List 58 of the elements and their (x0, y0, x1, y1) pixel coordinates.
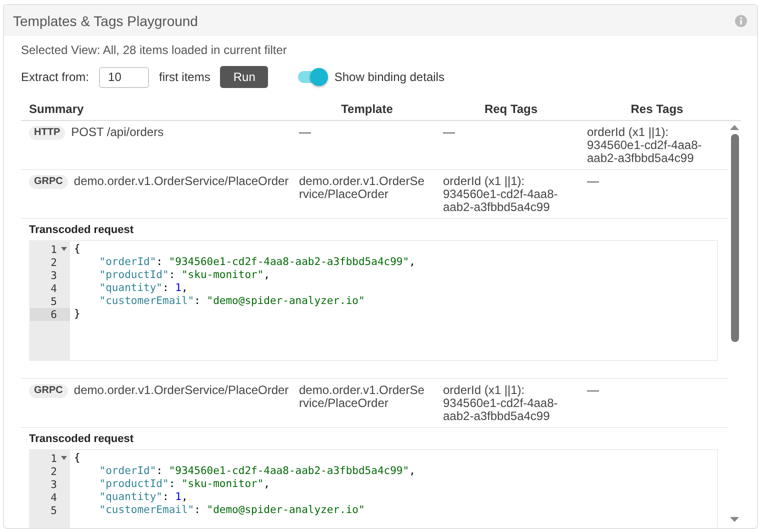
template-cell-text: demo.order.v1.OrderService/PlaceOrder (298, 175, 426, 203)
summary-cell: POST /api/orders (71, 126, 164, 139)
code-line: "productId": "sku-monitor", (98, 478, 271, 491)
line-number: 1 (30, 452, 70, 465)
code-editor[interactable]: 1 2 3 4 5 { "orderId": "934560e1-cd2f-4aa8-aab2-a3fbbd5a4c99", "productId": "sku-monitor", "quantity": 1, "customerEmail": "demo@spider-analyzer.io" (29, 449, 718, 528)
template-cell-text: — (298, 126, 312, 141)
line-number: 1 (30, 243, 70, 256)
fold-caret-icon[interactable] (61, 456, 67, 460)
code-line: { (74, 243, 82, 256)
code-line: "quantity": 1, (98, 282, 189, 295)
line-number: 2 (50, 256, 58, 269)
column-header: Summary (28, 102, 85, 116)
binding-toggle[interactable] (298, 71, 326, 83)
line-number: 4 (50, 491, 58, 504)
template-cell-text: demo.order.v1.OrderService/PlaceOrder (298, 384, 426, 412)
summary-cell: demo.order.v1.OrderService/PlaceOrder (74, 384, 289, 397)
run-button[interactable]: Run (220, 66, 268, 88)
summary-cell: demo.order.v1.OrderService/PlaceOrder (74, 175, 289, 188)
code-line: { (74, 452, 82, 465)
info-icon[interactable] (735, 14, 747, 26)
code-line: "customerEmail": "demo@spider-analyzer.io" (98, 295, 366, 308)
res-tags-cell-text: orderId (x1 ||1): 934560e1-cd2f-4aa8-aab2-a3fbbd5a4c99 (586, 126, 703, 165)
extract-suffix: first items (159, 70, 210, 84)
protocol-tag: GRPC (29, 175, 68, 189)
protocol-tag: GRPC (29, 384, 68, 398)
req-tags-cell-text: orderId (x1 ||1): 934560e1-cd2f-4aa8-aab2-a3fbbd5a4c99 (442, 175, 559, 214)
code-line: "quantity": 1, (98, 491, 189, 504)
extract-label: Extract from: (21, 70, 90, 84)
scroll-up-icon[interactable] (730, 125, 739, 130)
res-tags-cell-text: — (586, 175, 600, 190)
req-tags-cell-text: — (442, 126, 456, 141)
column-header: Template (340, 102, 394, 116)
protocol-tag: HTTP (29, 126, 66, 140)
line-number: 5 (50, 295, 58, 308)
detail-title: Transcoded request (29, 433, 135, 445)
line-number: 4 (50, 282, 58, 295)
selected-view-text: Selected View: All, 28 items loaded in current filter (21, 43, 288, 57)
code-line: "customerEmail": "demo@spider-analyzer.io" (98, 504, 366, 517)
code-line: "orderId": "934560e1-cd2f-4aa8-aab2-a3fbbd5a4c99", (98, 465, 416, 478)
line-number: 2 (50, 465, 58, 478)
fold-caret-icon[interactable] (61, 247, 67, 251)
items-count-field[interactable]: 10 (99, 66, 150, 88)
code-line: "productId": "sku-monitor", (98, 269, 271, 282)
column-header: Res Tags (630, 102, 684, 116)
code-editor[interactable]: 1 2 3 4 5 6 { "orderId": "934560e1-cd2f-4aa8-aab2-a3fbbd5a4c99", "productId": "sku-monitor", "quantity": 1, "customerEmail": "demo@spider-analyzer.io" } (29, 240, 718, 361)
line-number: 5 (50, 504, 58, 517)
column-header: Req Tags (483, 102, 539, 116)
code-line: "orderId": "934560e1-cd2f-4aa8-aab2-a3fbbd5a4c99", (98, 256, 416, 269)
binding-toggle-label: Show binding details (334, 70, 444, 84)
detail-title: Transcoded request (29, 224, 135, 236)
code-line: } (74, 308, 82, 321)
panel-title: Templates & Tags Playground (13, 12, 198, 28)
line-number: 6 (30, 308, 70, 321)
scroll-down-icon[interactable] (730, 517, 739, 522)
req-tags-cell-text: orderId (x1 ||1): 934560e1-cd2f-4aa8-aab2-a3fbbd5a4c99 (442, 384, 559, 423)
line-number: 3 (50, 269, 58, 282)
line-number: 3 (50, 478, 58, 491)
res-tags-cell-text: — (586, 384, 600, 399)
